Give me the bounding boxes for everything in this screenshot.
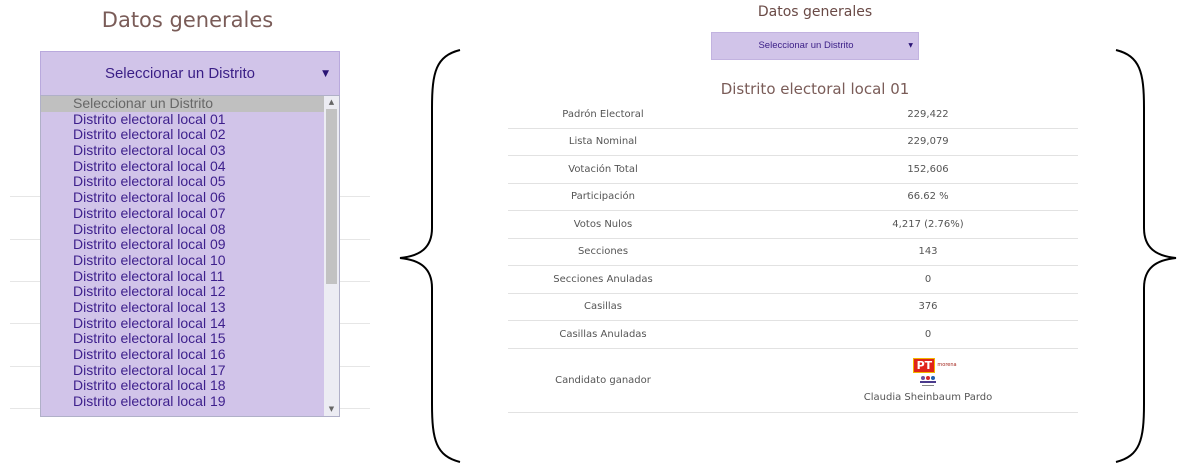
- dropdown-option[interactable]: Distrito electoral local 08: [41, 221, 325, 238]
- pes-party-logo: [920, 375, 936, 386]
- dropdown-option[interactable]: Distrito electoral local 01: [41, 111, 325, 128]
- stats-table: Padrón Electoral 229,422 Lista Nominal 229,…: [508, 101, 1078, 413]
- pt-party-logo: PT: [913, 357, 936, 373]
- left-curly-brace: [399, 49, 461, 463]
- stats-row: Casillas 376: [508, 294, 1078, 321]
- district-title: Distrito electoral local 01: [720, 80, 910, 98]
- dropdown-option[interactable]: Distrito electoral local 18: [41, 378, 325, 394]
- dropdown-option[interactable]: Distrito electoral local 10: [41, 252, 325, 269]
- stat-label: Padrón Electoral: [562, 108, 644, 120]
- stats-row: Lista Nominal 229,079: [508, 129, 1078, 156]
- dropdown-option[interactable]: Distrito electoral local 12: [41, 284, 325, 300]
- scrollbar-thumb[interactable]: [326, 109, 337, 284]
- stat-label: Secciones Anuladas: [553, 273, 653, 285]
- stat-value: 229,422: [907, 108, 949, 120]
- dropdown-option[interactable]: Distrito electoral local 16: [41, 346, 325, 363]
- dropdown-option-placeholder[interactable]: Seleccionar un Distrito: [41, 96, 325, 112]
- stats-row: Participación 66.62 %: [508, 184, 1078, 211]
- stat-value: 0: [924, 273, 932, 285]
- stats-row: Padrón Electoral 229,422: [508, 101, 1078, 129]
- dropdown-scrollbar[interactable]: ▲ ▼: [324, 96, 339, 416]
- scroll-up-icon[interactable]: ▲: [324, 96, 339, 109]
- dropdown-option[interactable]: Distrito electoral local 15: [41, 331, 325, 347]
- stat-label: Casillas: [584, 301, 622, 313]
- stat-label: Participación: [570, 191, 635, 203]
- dropdown-option[interactable]: Distrito electoral local 05: [41, 174, 325, 190]
- right-page-title: Datos generales: [757, 4, 873, 20]
- stat-value: 66.62 %: [907, 191, 949, 203]
- district-select-value: Seleccionar un Distrito: [104, 65, 256, 82]
- dropdown-option[interactable]: Distrito electoral local 09: [41, 236, 325, 253]
- stat-label: Votación Total: [568, 163, 638, 175]
- morena-party-logo: morena: [937, 362, 957, 368]
- caret-down-icon: ▼: [908, 42, 913, 49]
- dropdown-option[interactable]: Distrito electoral local 14: [41, 315, 325, 332]
- left-page-title: Datos generales: [101, 8, 274, 32]
- district-dropdown-list[interactable]: Seleccionar un Distrito Distrito electora…: [40, 95, 340, 417]
- dropdown-option[interactable]: Distrito electoral local 11: [41, 268, 325, 285]
- winner-row: Candidato ganador PT morena Claudia Shei…: [508, 349, 1078, 413]
- district-select[interactable]: Seleccionar un Distrito ▼: [40, 51, 340, 95]
- stat-label: Secciones: [577, 246, 629, 258]
- stat-label: Votos Nulos: [573, 218, 633, 230]
- stat-value: 4,217 (2.76%): [892, 218, 964, 230]
- dropdown-option[interactable]: Distrito electoral local 19: [41, 393, 325, 410]
- stats-row: Casillas Anuladas 0: [508, 321, 1078, 349]
- caret-down-icon: ▼: [322, 69, 329, 79]
- dropdown-option[interactable]: Distrito electoral local 17: [41, 362, 325, 379]
- winner-name: Claudia Sheinbaum Pardo: [863, 391, 993, 403]
- dropdown-option[interactable]: Distrito electoral local 03: [41, 142, 325, 159]
- district-select-small[interactable]: Seleccionar un Distrito ▼: [711, 32, 919, 60]
- stat-value: 152,606: [907, 163, 949, 175]
- stat-label: Lista Nominal: [568, 136, 638, 148]
- dropdown-option[interactable]: Distrito electoral local 02: [41, 127, 325, 143]
- stat-label: Casillas Anuladas: [559, 328, 647, 340]
- stats-row: Votación Total 152,606: [508, 156, 1078, 184]
- stat-value: 143: [918, 246, 938, 258]
- dropdown-option[interactable]: Distrito electoral local 07: [41, 205, 325, 222]
- district-option-list: Seleccionar un Distrito Distrito electora…: [41, 96, 339, 410]
- stat-value: 229,079: [907, 136, 949, 148]
- right-curly-brace: [1115, 49, 1177, 463]
- scroll-down-icon[interactable]: ▼: [324, 403, 339, 416]
- coalition-logos: PT morena: [913, 357, 957, 373]
- dropdown-option[interactable]: Distrito electoral local 13: [41, 299, 325, 316]
- stats-row: Secciones 143: [508, 239, 1078, 266]
- district-select-small-value: Seleccionar un Distrito: [758, 40, 854, 51]
- winner-cell: PT morena Claudia Sheinbaum Pardo: [698, 357, 1078, 403]
- dropdown-option[interactable]: Distrito electoral local 06: [41, 189, 325, 206]
- stat-value: 0: [924, 328, 932, 340]
- stats-row: Secciones Anuladas 0: [508, 266, 1078, 294]
- winner-label: Candidato ganador: [555, 374, 651, 386]
- stat-value: 376: [918, 301, 938, 313]
- dropdown-option[interactable]: Distrito electoral local 04: [41, 158, 325, 175]
- stats-row: Votos Nulos 4,217 (2.76%): [508, 211, 1078, 239]
